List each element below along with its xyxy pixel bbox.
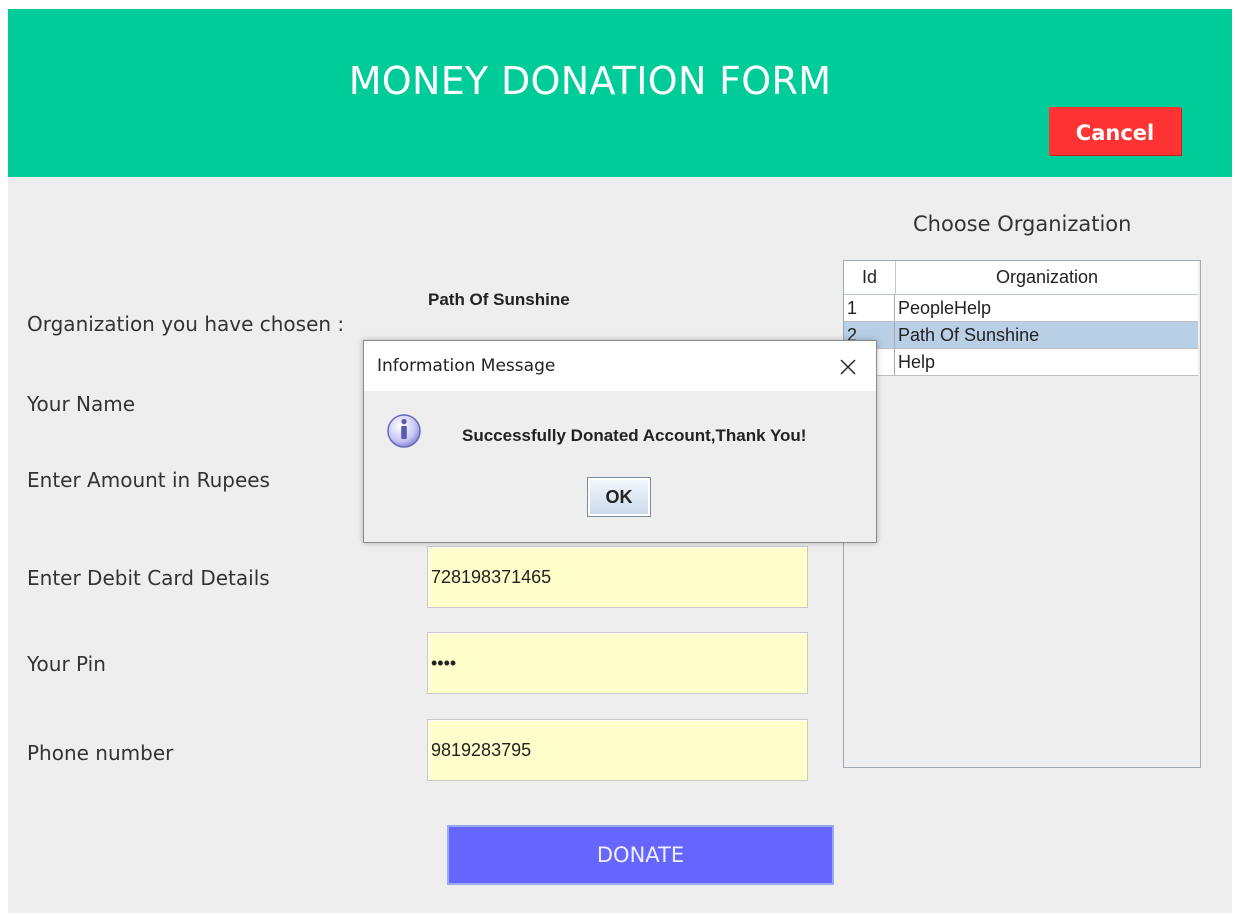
header-bar: MONEY DONATION FORM Cancel [8,9,1232,177]
table-row-selected[interactable]: 2 Path Of Sunshine [844,322,1198,349]
card-field[interactable]: 728198371465 [427,546,808,608]
ok-button[interactable]: OK [587,477,651,517]
dialog-title: Information Message [377,356,556,376]
table-row[interactable]: 1 PeopleHelp [844,295,1198,322]
dialog-message: Successfully Donated Account,Thank You! [462,426,807,445]
column-header-organization[interactable]: Organization [896,261,1198,294]
pin-field[interactable]: •••• [427,632,808,694]
cancel-button[interactable]: Cancel [1049,107,1181,155]
row-organization: Help [898,351,936,372]
page-title: MONEY DONATION FORM [348,59,832,103]
info-icon [384,412,424,452]
table-header: Id Organization [844,261,1198,295]
org-chosen-label: Organization you have chosen : [27,312,345,336]
choose-org-heading: Choose Organization [913,212,1132,236]
org-chosen-value: Path Of Sunshine [428,290,570,309]
dialog-body: Successfully Donated Account,Thank You! … [364,391,876,542]
info-dialog: Information Message Successfully Donated… [363,340,877,543]
phone-field[interactable]: 9819283795 [427,719,808,781]
column-header-id[interactable]: Id [844,261,896,294]
amount-label: Enter Amount in Rupees [27,468,270,492]
pin-label: Your Pin [27,652,106,676]
table-row[interactable]: 3 Help [844,349,1198,376]
phone-label: Phone number [27,741,174,765]
row-organization: Path Of Sunshine [898,324,1040,345]
name-label: Your Name [27,392,136,416]
donate-button[interactable]: DONATE [447,825,834,885]
row-id: 1 [844,295,895,321]
row-organization: PeopleHelp [898,297,992,318]
card-label: Enter Debit Card Details [27,566,270,590]
org-table[interactable]: Id Organization 1 PeopleHelp 2 Path Of S… [843,260,1201,768]
close-icon[interactable] [834,353,862,381]
